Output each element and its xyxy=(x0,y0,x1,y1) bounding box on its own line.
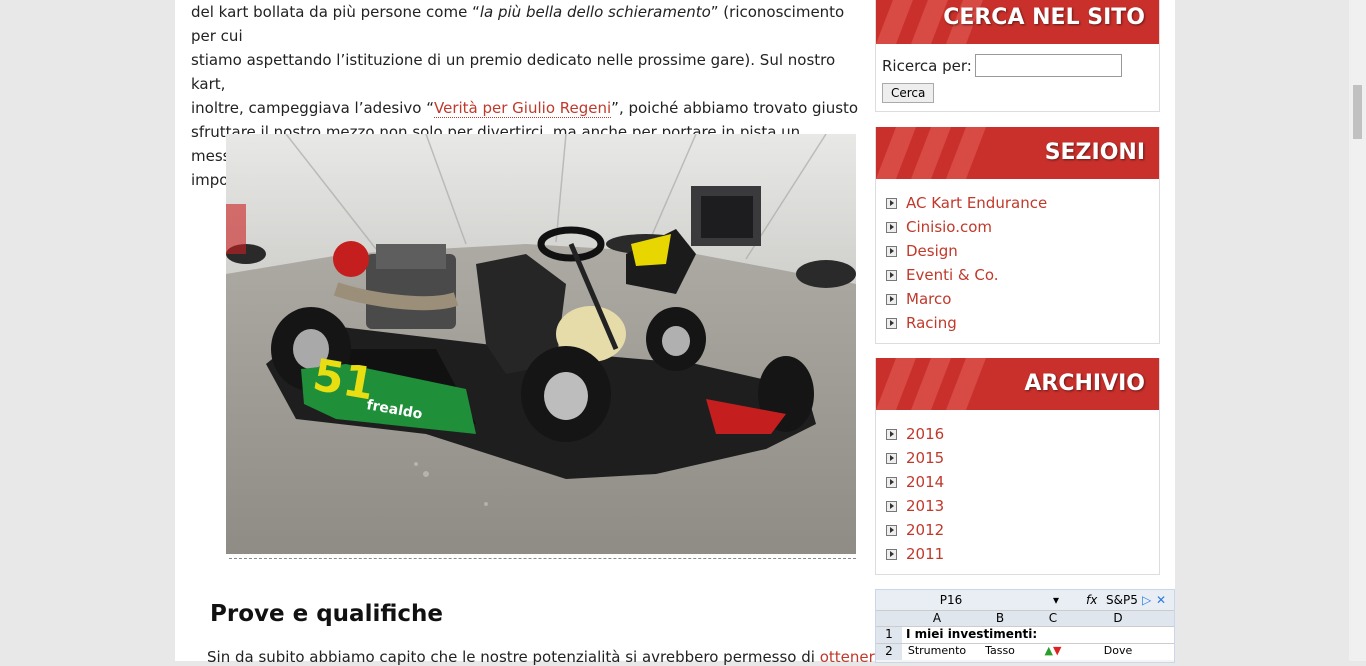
list-item: AC Kart Endurance xyxy=(886,191,1159,215)
ad-row: 1 I miei investimenti: xyxy=(876,627,1174,644)
ad-column-headers: A B C D xyxy=(876,611,1174,627)
arrow-bullet-icon xyxy=(886,293,897,305)
page: del kart bollata da più persone come “la… xyxy=(175,0,1175,666)
arrow-bullet-icon xyxy=(886,317,897,329)
widget-title: CERCA NEL SITO xyxy=(943,5,1145,30)
ad-col-header: D xyxy=(1113,611,1123,625)
ad-info-icon[interactable]: ▷ xyxy=(1142,593,1156,607)
text: ”, poiché abbiamo trovato giusto xyxy=(611,99,859,117)
fx-icon: fx xyxy=(1086,593,1098,607)
list-item: 2014 xyxy=(886,470,1159,494)
arrow-bullet-icon xyxy=(886,221,897,233)
ad-row-num: 1 xyxy=(876,627,902,643)
ad-cell: Tasso xyxy=(985,644,1015,657)
search-widget: CERCA NEL SITO Ricerca per: Cerca xyxy=(875,0,1160,112)
widget-header: CERCA NEL SITO xyxy=(876,0,1159,44)
ad-formula-bar: P16 ▾ fx S&P5 ▷ ✕ xyxy=(876,590,1174,611)
arrow-bullet-icon xyxy=(886,452,897,464)
section-link[interactable]: Design xyxy=(906,239,958,263)
search-form: Ricerca per: xyxy=(876,44,1159,77)
arrow-bullet-icon xyxy=(886,548,897,560)
search-label: Ricerca per: xyxy=(882,56,972,75)
section-link[interactable]: AC Kart Endurance xyxy=(906,191,1047,215)
arrow-bullet-icon xyxy=(886,524,897,536)
kart-photo[interactable]: 51 frealdo xyxy=(226,134,856,554)
list-item: Design xyxy=(886,239,1159,263)
ad-cell-ref: P16 xyxy=(939,593,963,607)
stripes-decoration xyxy=(876,127,986,179)
ad-close-icon[interactable]: ✕ xyxy=(1156,593,1170,607)
text-emphasis: la più bella dello schieramento xyxy=(479,3,711,21)
ad-cell: Dove xyxy=(1103,644,1133,657)
widget-title: SEZIONI xyxy=(1044,140,1145,165)
regeni-link[interactable]: Verità per Giulio Regeni xyxy=(434,99,612,118)
arrow-bullet-icon xyxy=(886,476,897,488)
list-item: 2015 xyxy=(886,446,1159,470)
list-item: Marco xyxy=(886,287,1159,311)
archive-year-link[interactable]: 2015 xyxy=(906,446,944,470)
arrow-bullet-icon xyxy=(886,245,897,257)
section-link[interactable]: Cinisio.com xyxy=(906,215,992,239)
list-item: Racing xyxy=(886,311,1159,335)
widget-header: SEZIONI xyxy=(876,127,1159,179)
section-link[interactable]: Racing xyxy=(906,311,957,335)
page-scrollbar[interactable] xyxy=(1349,0,1366,661)
scrollbar-thumb[interactable] xyxy=(1353,85,1362,139)
article-paragraph-2: Sin da subito abbiamo capito che le nost… xyxy=(207,648,884,666)
section-heading: Prove e qualifiche xyxy=(210,601,443,627)
sections-list: AC Kart Endurance Cinisio.com Design Eve… xyxy=(876,179,1159,343)
list-item: Cinisio.com xyxy=(886,215,1159,239)
widget-title: ARCHIVIO xyxy=(1024,371,1145,396)
list-item: 2013 xyxy=(886,494,1159,518)
arrow-bullet-icon xyxy=(886,197,897,209)
archive-year-link[interactable]: 2014 xyxy=(906,470,944,494)
arrow-bullet-icon xyxy=(886,500,897,512)
ad-banner[interactable]: P16 ▾ fx S&P5 ▷ ✕ A B C D 1 I miei inves… xyxy=(875,589,1175,663)
ad-row: 2 Strumento Tasso ▲▼ Dove xyxy=(876,644,1174,660)
ad-cell: Strumento xyxy=(907,644,967,657)
archive-widget: ARCHIVIO 2016 2015 2014 2013 2012 2011 xyxy=(875,358,1160,575)
section-link[interactable]: Marco xyxy=(906,287,951,311)
image-divider xyxy=(229,558,856,559)
list-item: 2012 xyxy=(886,518,1159,542)
ad-corner xyxy=(876,611,902,626)
sections-widget: SEZIONI AC Kart Endurance Cinisio.com De… xyxy=(875,127,1160,344)
ad-row-text: I miei investimenti: xyxy=(906,627,1038,641)
text: Sin da subito abbiamo capito che le nost… xyxy=(207,648,820,666)
ad-col-header: A xyxy=(932,611,942,625)
search-input[interactable] xyxy=(974,54,1122,77)
list-item: 2011 xyxy=(886,542,1159,566)
ad-row-num: 2 xyxy=(876,644,902,660)
text: inoltre, campeggiava l’adesivo “ xyxy=(191,99,434,117)
ad-col-header: B xyxy=(995,611,1005,625)
widget-header: ARCHIVIO xyxy=(876,358,1159,410)
section-link[interactable]: Eventi & Co. xyxy=(906,263,999,287)
arrow-bullet-icon xyxy=(886,428,897,440)
archive-year-link[interactable]: 2011 xyxy=(906,542,944,566)
ad-col-header: C xyxy=(1048,611,1058,625)
ad-formula: S&P5 xyxy=(1106,593,1138,607)
arrow-bullet-icon xyxy=(886,269,897,281)
stripes-decoration xyxy=(876,358,986,410)
archive-year-link[interactable]: 2012 xyxy=(906,518,944,542)
up-down-arrows-icon: ▲▼ xyxy=(1044,644,1062,657)
text: del kart bollata da più persone come “ xyxy=(191,3,480,21)
archive-year-link[interactable]: 2016 xyxy=(906,422,944,446)
archive-year-link[interactable]: 2013 xyxy=(906,494,944,518)
text: stiamo aspettando l’istituzione di un pr… xyxy=(191,51,836,93)
list-item: 2016 xyxy=(886,422,1159,446)
archive-list: 2016 2015 2014 2013 2012 2011 xyxy=(876,410,1159,574)
article-content: del kart bollata da più persone come “la… xyxy=(191,0,884,666)
search-button[interactable]: Cerca xyxy=(882,83,935,103)
dropdown-icon: ▾ xyxy=(1052,593,1060,607)
list-item: Eventi & Co. xyxy=(886,263,1159,287)
